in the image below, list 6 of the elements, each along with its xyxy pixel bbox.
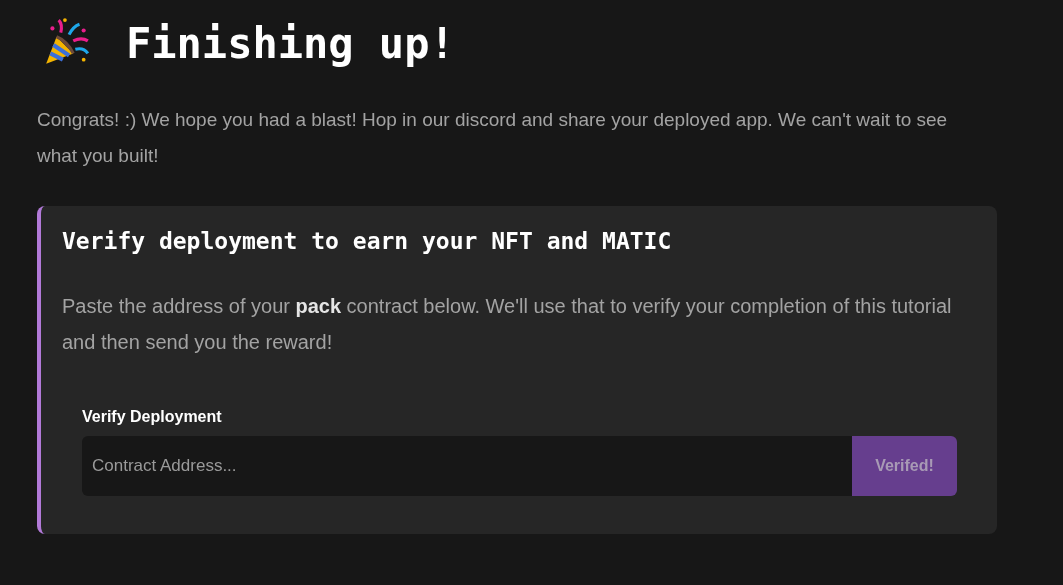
contract-address-field[interactable]: Contract Address... xyxy=(82,436,852,496)
intro-text: Congrats! :) We hope you had a blast! Hop in our discord and share your deployed app. We can't wait to see what you built! xyxy=(37,108,949,168)
field-label: Verify Deployment xyxy=(82,408,223,426)
card-title: Verify deployment to earn your NFT and MATIC xyxy=(62,228,673,254)
card-description: Paste the address of your pack contract below. We'll use that to verify your completion of this tutorial and then send you the reward! xyxy=(62,294,953,355)
page-title: Finishing up! xyxy=(126,18,455,68)
